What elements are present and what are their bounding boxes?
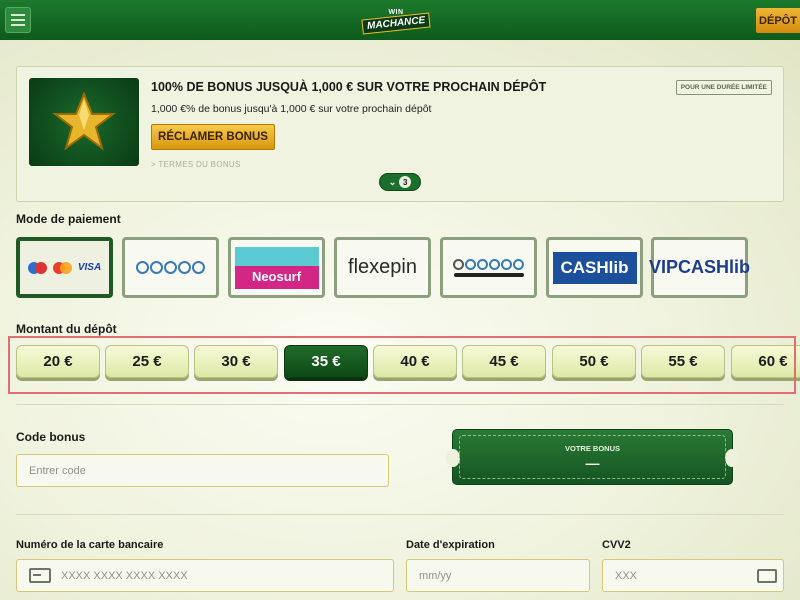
menu-icon[interactable] [5, 7, 31, 33]
payment-method-crypto[interactable] [122, 237, 219, 298]
bonus-terms-link[interactable]: > TERMES DU BONUS [151, 160, 241, 169]
bonus-count-badge: 3 [399, 176, 412, 188]
maestro-icon [27, 261, 47, 274]
amount-40[interactable]: 40 € [373, 345, 457, 378]
neosurf-label: Neosurf [251, 268, 302, 284]
neosurf-logo: Neosurf [234, 246, 319, 289]
card-number-input[interactable]: XXXX XXXX XXXX XXXX [16, 559, 394, 592]
payment-method-flexepin[interactable]: flexepin [334, 237, 431, 298]
bonus-code-input[interactable]: Entrer code [16, 454, 389, 487]
crypto-coins-icon [136, 261, 205, 274]
logo-main-text: MACHANCE [361, 12, 431, 35]
claim-bonus-button[interactable]: RÉCLAMER BONUS [151, 124, 275, 150]
cvv-label: CVV2 [602, 539, 631, 551]
your-bonus-ticket: VOTRE BONUS — [446, 429, 739, 485]
amount-35[interactable]: 35 € [284, 345, 368, 378]
your-bonus-value: — [585, 455, 600, 471]
expiry-label: Date d'expiration [406, 539, 495, 551]
amount-45[interactable]: 45 € [462, 345, 546, 378]
main-content: 100% DE BONUS JUSQUÀ 1,000 € SUR VOTRE P… [0, 40, 800, 600]
top-bar: WIN MACHANCE DÉPÔT [0, 0, 800, 40]
bonus-description: 1,000 €% de bonus jusqu'à 1,000 € sur vo… [151, 103, 432, 115]
payment-method-neosurf[interactable]: Neosurf [228, 237, 325, 298]
amount-20[interactable]: 20 € [16, 345, 100, 378]
amount-25[interactable]: 25 € [105, 345, 189, 378]
your-bonus-label: VOTRE BONUS [564, 444, 620, 453]
visa-logo: VISA [77, 262, 102, 273]
bonus-code-label: Code bonus [16, 430, 86, 444]
divider [16, 404, 784, 405]
flexepin-logo: flexepin [348, 256, 417, 278]
limited-time-badge: POUR UNE DURÉE LIMITÉE [675, 80, 772, 95]
amount-55[interactable]: 55 € [641, 345, 725, 378]
bonus-title: 100% DE BONUS JUSQUÀ 1,000 € SUR VOTRE P… [151, 80, 547, 94]
payment-method-cards[interactable]: VISA [16, 237, 113, 298]
mastercard-icon [52, 261, 72, 274]
card-back-icon [757, 569, 777, 583]
star-icon [29, 78, 139, 166]
expiry-input[interactable]: mm/yy [406, 559, 590, 592]
crypto-alt-icon [453, 258, 524, 277]
card-number-label: Numéro de la carte bancaire [16, 539, 164, 551]
deposit-button[interactable]: DÉPÔT [756, 8, 800, 33]
cvv-placeholder: XXX [615, 569, 638, 582]
vip-cashlib-logo: VIPCASHlib [649, 257, 751, 277]
credit-card-icon [29, 568, 51, 583]
site-logo[interactable]: WIN MACHANCE [361, 4, 431, 36]
cvv-input[interactable]: XXX [602, 559, 784, 592]
amount-60[interactable]: 60 € [731, 345, 800, 378]
deposit-amount-label: Montant du dépôt [16, 322, 117, 336]
payment-method-crypto-alt[interactable] [440, 237, 537, 298]
payment-method-vip-cashlib[interactable]: VIPCASHlib [649, 237, 751, 298]
payment-method-label: Mode de paiement [16, 212, 121, 226]
cashlib-logo: CASHlib [552, 251, 637, 284]
payment-method-cashlib[interactable]: CASHlib [546, 237, 643, 298]
chevron-down-icon: ⌄ [388, 176, 397, 187]
card-number-placeholder: XXXX XXXX XXXX XXXX [61, 569, 188, 582]
amount-30[interactable]: 30 € [194, 345, 278, 378]
amount-50[interactable]: 50 € [552, 345, 636, 378]
expand-bonuses-button[interactable]: ⌄ 3 [379, 173, 421, 191]
divider [16, 514, 784, 515]
